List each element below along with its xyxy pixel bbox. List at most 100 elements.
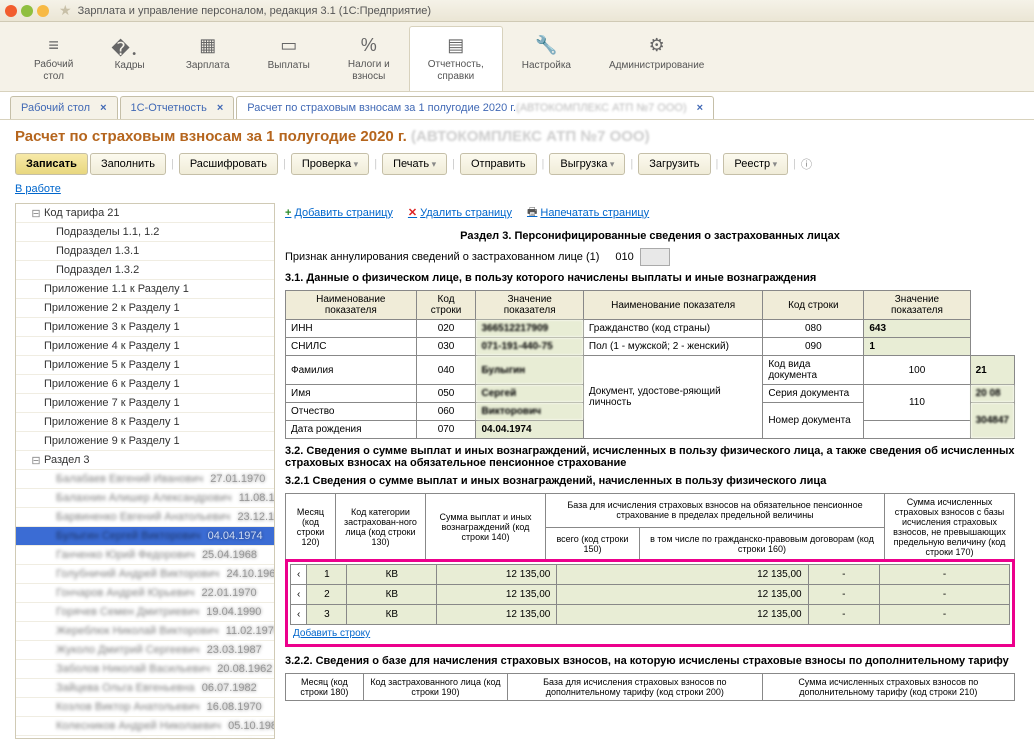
inn-value[interactable]: 366512217909 bbox=[476, 320, 583, 338]
tree-person[interactable]: Голубничий Андрей Викторович 24.10.1969 bbox=[16, 565, 274, 584]
tree-section3[interactable]: ⊟Раздел 3 bbox=[16, 451, 274, 470]
tree-sub[interactable]: Подразделы 1.1, 1.2 bbox=[16, 223, 274, 242]
table-row[interactable]: ‹1КВ12 135,0012 135,00-- bbox=[291, 565, 1010, 585]
page-actions: Добавить страницу Удалить страницу Напеч… bbox=[285, 203, 1015, 222]
window-maximize-icon[interactable] bbox=[37, 5, 49, 17]
collapse-icon[interactable]: ⊟ bbox=[30, 207, 42, 220]
annul-input[interactable] bbox=[640, 248, 670, 266]
money-icon: ▭ bbox=[280, 35, 297, 57]
tree-app[interactable]: Приложение 2 к Разделу 1 bbox=[16, 299, 274, 318]
tree-panel: ⊟Код тарифа 21 Подразделы 1.1, 1.2 Подра… bbox=[15, 203, 275, 739]
table-321-header: Месяц (код строки 120) Код категории зас… bbox=[285, 493, 1015, 561]
tree-person[interactable]: Горячев Семен Дмитриевич 19.04.1990 bbox=[16, 603, 274, 622]
window-close-icon[interactable] bbox=[5, 5, 17, 17]
nav-vyplaty[interactable]: ▭Выплаты bbox=[249, 26, 329, 91]
tree-app[interactable]: Приложение 8 к Разделу 1 bbox=[16, 413, 274, 432]
gear-icon: ⚙ bbox=[649, 35, 665, 57]
export-button[interactable]: Выгрузка bbox=[549, 153, 625, 175]
nav-kadry[interactable]: �．Кадры bbox=[92, 26, 166, 91]
tree-person[interactable]: Барвиненко Евгений Анатольевич 23.12.196… bbox=[16, 508, 274, 527]
tree-app[interactable]: Приложение 7 к Разделу 1 bbox=[16, 394, 274, 413]
tree-app[interactable]: Приложение 6 к Разделу 1 bbox=[16, 375, 274, 394]
snils-value[interactable]: 071-191-440-75 bbox=[476, 338, 583, 356]
close-icon[interactable]: × bbox=[100, 102, 106, 114]
table-321-data: ‹1КВ12 135,0012 135,00-- ‹2КВ12 135,0012… bbox=[290, 564, 1010, 625]
tree-person[interactable]: Заболов Николай Васильевич 20.08.1962 bbox=[16, 660, 274, 679]
close-icon[interactable]: × bbox=[217, 102, 223, 114]
nav-otchetnost[interactable]: ▤Отчетность,справки bbox=[409, 26, 503, 91]
add-row-link[interactable]: Добавить строку bbox=[290, 625, 373, 642]
birthdate-value[interactable]: 04.04.1974 bbox=[476, 421, 583, 439]
tree-app[interactable]: Приложение 1.1 к Разделу 1 bbox=[16, 280, 274, 299]
favorite-icon[interactable]: ★ bbox=[59, 2, 72, 19]
nav-nastroika[interactable]: 🔧Настройка bbox=[503, 26, 590, 91]
right-panel: Добавить страницу Удалить страницу Напеч… bbox=[285, 203, 1019, 739]
doc-kind-value[interactable]: 21 bbox=[970, 356, 1014, 385]
nav-desktop[interactable]: ≡Рабочийстол bbox=[15, 26, 92, 91]
highlight-box: ‹1КВ12 135,0012 135,00-- ‹2КВ12 135,0012… bbox=[285, 559, 1015, 647]
print-button[interactable]: Печать bbox=[382, 153, 447, 175]
report-icon: ▤ bbox=[447, 35, 464, 56]
status-link[interactable]: В работе bbox=[15, 183, 61, 195]
tree-person[interactable]: Корнишин Сергей Юрьевич 17.09.1971 bbox=[16, 736, 274, 739]
doc-number-value[interactable]: 304847 bbox=[970, 403, 1014, 439]
tree-app[interactable]: Приложение 4 к Разделу 1 bbox=[16, 337, 274, 356]
tree-person[interactable]: Зайцева Ольга Евгеньевна 06.07.1982 bbox=[16, 679, 274, 698]
tab-desktop[interactable]: Рабочий стол× bbox=[10, 96, 118, 119]
collapse-icon[interactable]: ⊟ bbox=[30, 454, 42, 467]
nav-admin[interactable]: ⚙Администрирование bbox=[590, 26, 723, 91]
help-icon[interactable]: ⓘ bbox=[801, 156, 812, 172]
citizenship-value[interactable]: 643 bbox=[864, 320, 970, 338]
surname-value[interactable]: Булыгин bbox=[476, 356, 583, 385]
calc-icon: ▦ bbox=[199, 35, 216, 57]
doc-series-value[interactable]: 20 08 bbox=[970, 385, 1014, 403]
menu-icon: ≡ bbox=[48, 35, 59, 56]
load-button[interactable]: Загрузить bbox=[638, 153, 710, 175]
print-page-link[interactable]: Напечатать страницу bbox=[527, 203, 649, 222]
tree-person[interactable]: Колесников Андрей Николаевич 05.10.1983 bbox=[16, 717, 274, 736]
tree-person[interactable]: Жуколо Дмитрий Сергеевич 23.03.1987 bbox=[16, 641, 274, 660]
decode-button[interactable]: Расшифровать bbox=[179, 153, 278, 175]
add-page-link[interactable]: Добавить страницу bbox=[285, 203, 393, 222]
table-row[interactable]: ‹3КВ12 135,0012 135,00-- bbox=[291, 605, 1010, 625]
send-button[interactable]: Отправить bbox=[460, 153, 537, 175]
tree-person[interactable]: Ганченко Юрий Федорович 25.04.1968 bbox=[16, 546, 274, 565]
tree-sub[interactable]: Подраздел 1.3.1 bbox=[16, 242, 274, 261]
tab-1c-report[interactable]: 1С-Отчетность× bbox=[120, 96, 235, 119]
table-row[interactable]: ‹2КВ12 135,0012 135,00-- bbox=[291, 585, 1010, 605]
tree-app[interactable]: Приложение 9 к Разделу 1 bbox=[16, 432, 274, 451]
registry-button[interactable]: Реестр bbox=[723, 153, 788, 175]
tree-person[interactable]: Гончаров Андрей Юрьевич 22.01.1970 bbox=[16, 584, 274, 603]
tree-person[interactable]: Жереблюк Николай Викторович 11.02.1970 bbox=[16, 622, 274, 641]
name-value[interactable]: Сергей bbox=[476, 385, 583, 403]
patronymic-value[interactable]: Викторович bbox=[476, 403, 583, 421]
close-icon[interactable]: × bbox=[697, 102, 703, 114]
tree-tariff[interactable]: ⊟Код тарифа 21 bbox=[16, 204, 274, 223]
tree-person[interactable]: Балахнин Алишер Александрович 11.08.1967 bbox=[16, 489, 274, 508]
tab-raschet[interactable]: Расчет по страховым взносам за 1 полугод… bbox=[236, 96, 714, 119]
sex-value[interactable]: 1 bbox=[864, 338, 970, 356]
check-button[interactable]: Проверка bbox=[291, 153, 369, 175]
delete-page-link[interactable]: Удалить страницу bbox=[408, 203, 512, 222]
tree-app[interactable]: Приложение 3 к Разделу 1 bbox=[16, 318, 274, 337]
s31-title: 3.1. Данные о физическом лице, в пользу … bbox=[285, 272, 1015, 284]
title-bar: ★ Зарплата и управление персоналом, реда… bbox=[0, 0, 1034, 22]
document-title: Расчет по страховым взносам за 1 полугод… bbox=[15, 128, 1019, 145]
annul-row: Признак аннулирования сведений о застрах… bbox=[285, 248, 1015, 266]
window-title: Зарплата и управление персоналом, редакц… bbox=[78, 5, 431, 17]
tree-app[interactable]: Приложение 5 к Разделу 1 bbox=[16, 356, 274, 375]
fill-button[interactable]: Заполнить bbox=[90, 153, 166, 175]
main-nav: ≡Рабочийстол �．Кадры ▦Зарплата ▭Выплаты … bbox=[0, 22, 1034, 92]
nav-nalogi[interactable]: %Налоги ивзносы bbox=[329, 26, 409, 91]
tree-person[interactable]: Козлов Виктор Анатольевич 16.08.1970 bbox=[16, 698, 274, 717]
tree-sub[interactable]: Подраздел 1.3.2 bbox=[16, 261, 274, 280]
content-area: Расчет по страховым взносам за 1 полугод… bbox=[0, 120, 1034, 742]
tree-person[interactable]: Балабаев Евгений Иванович 27.01.1970 bbox=[16, 470, 274, 489]
nav-zarplata[interactable]: ▦Зарплата bbox=[167, 26, 249, 91]
window-minimize-icon[interactable] bbox=[21, 5, 33, 17]
table-322-header: Месяц (код строки 180) Код застрахованно… bbox=[285, 673, 1015, 701]
wrench-icon: 🔧 bbox=[535, 35, 557, 57]
save-button[interactable]: Записать bbox=[15, 153, 88, 175]
tree-person[interactable]: Булыгин Сергей Викторович 04.04.1974 bbox=[16, 527, 274, 546]
s321-title: 3.2.1 Сведения о сумме выплат и иных воз… bbox=[285, 475, 1015, 487]
